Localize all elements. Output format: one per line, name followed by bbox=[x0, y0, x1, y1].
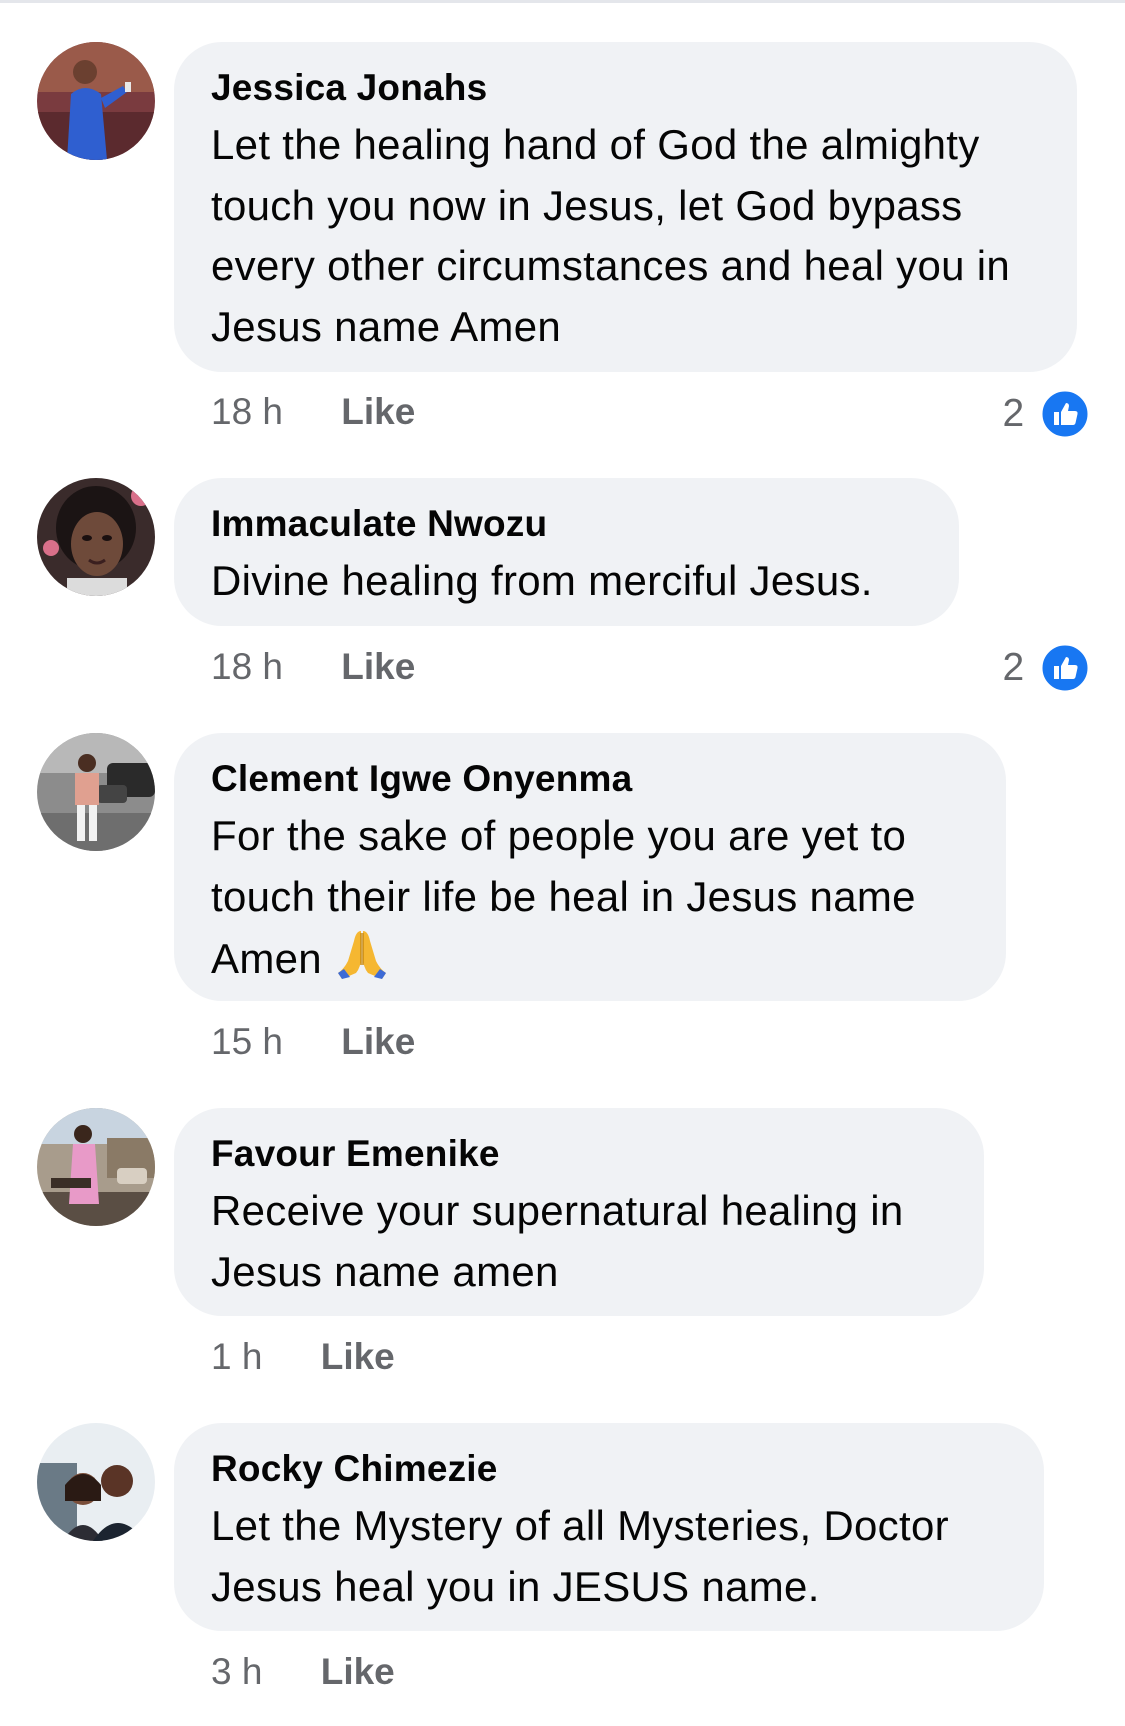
comment-author[interactable]: Clement Igwe Onyenma bbox=[211, 757, 970, 801]
folded-hands-emoji-icon bbox=[334, 927, 390, 981]
avatar-photo-icon bbox=[37, 478, 155, 596]
comment-bubble: Rocky Chimezie Let the Mystery of all My… bbox=[174, 1423, 1044, 1631]
avatar[interactable] bbox=[37, 1423, 155, 1541]
comment-bubble: Clement Igwe Onyenma For the sake of peo… bbox=[174, 733, 1006, 1001]
avatar-photo-icon bbox=[37, 1423, 155, 1541]
comment-text: Receive your supernatural healing in Jes… bbox=[211, 1187, 904, 1295]
comment-meta: 15 h Like bbox=[211, 1020, 415, 1064]
avatar[interactable] bbox=[37, 478, 155, 596]
like-button[interactable]: Like bbox=[321, 1650, 395, 1694]
reaction-summary[interactable]: 2 bbox=[1002, 641, 1089, 692]
reaction-count: 2 bbox=[1002, 645, 1025, 689]
avatar[interactable] bbox=[37, 42, 155, 160]
top-divider bbox=[0, 0, 1125, 3]
comment-timestamp[interactable]: 18 h bbox=[211, 390, 283, 434]
comment-text: Let the Mystery of all Mysteries, Doctor… bbox=[211, 1502, 949, 1610]
comment-timestamp[interactable]: 3 h bbox=[211, 1650, 262, 1694]
comment-text: For the sake of people you are yet to to… bbox=[211, 806, 970, 990]
comment-text-content: For the sake of people you are yet to to… bbox=[211, 812, 916, 982]
avatar[interactable] bbox=[37, 733, 155, 851]
comment-author[interactable]: Rocky Chimezie bbox=[211, 1447, 1008, 1491]
comment-meta: 3 h Like bbox=[211, 1650, 395, 1694]
comment-text: Let the healing hand of God the almighty… bbox=[211, 121, 1011, 350]
like-button[interactable]: Like bbox=[341, 1020, 415, 1064]
comment-author[interactable]: Jessica Jonahs bbox=[211, 66, 1041, 110]
comment-bubble: Jessica Jonahs Let the healing hand of G… bbox=[174, 42, 1077, 372]
comment-text: Divine healing from merciful Jesus. bbox=[211, 557, 873, 604]
comment-timestamp[interactable]: 1 h bbox=[211, 1335, 262, 1379]
avatar-photo-icon bbox=[37, 42, 155, 160]
comment-bubble: Favour Emenike Receive your supernatural… bbox=[174, 1108, 984, 1316]
like-button[interactable]: Like bbox=[341, 645, 415, 689]
comment-timestamp[interactable]: 15 h bbox=[211, 1020, 283, 1064]
comment-author[interactable]: Immaculate Nwozu bbox=[211, 502, 923, 546]
comment-meta: 18 h Like bbox=[211, 390, 415, 434]
avatar-photo-icon bbox=[37, 1108, 155, 1226]
like-reaction-icon bbox=[1041, 390, 1089, 438]
like-button[interactable]: Like bbox=[341, 390, 415, 434]
comment-bubble: Immaculate Nwozu Divine healing from mer… bbox=[174, 478, 959, 626]
comment-meta: 18 h Like bbox=[211, 645, 415, 689]
comment-author[interactable]: Favour Emenike bbox=[211, 1132, 948, 1176]
reaction-summary[interactable]: 2 bbox=[1002, 387, 1089, 438]
comment-timestamp[interactable]: 18 h bbox=[211, 645, 283, 689]
avatar[interactable] bbox=[37, 1108, 155, 1226]
like-reaction-icon bbox=[1041, 644, 1089, 692]
reaction-count: 2 bbox=[1002, 391, 1025, 435]
like-button[interactable]: Like bbox=[321, 1335, 395, 1379]
avatar-photo-icon bbox=[37, 733, 155, 851]
comment-meta: 1 h Like bbox=[211, 1335, 395, 1379]
